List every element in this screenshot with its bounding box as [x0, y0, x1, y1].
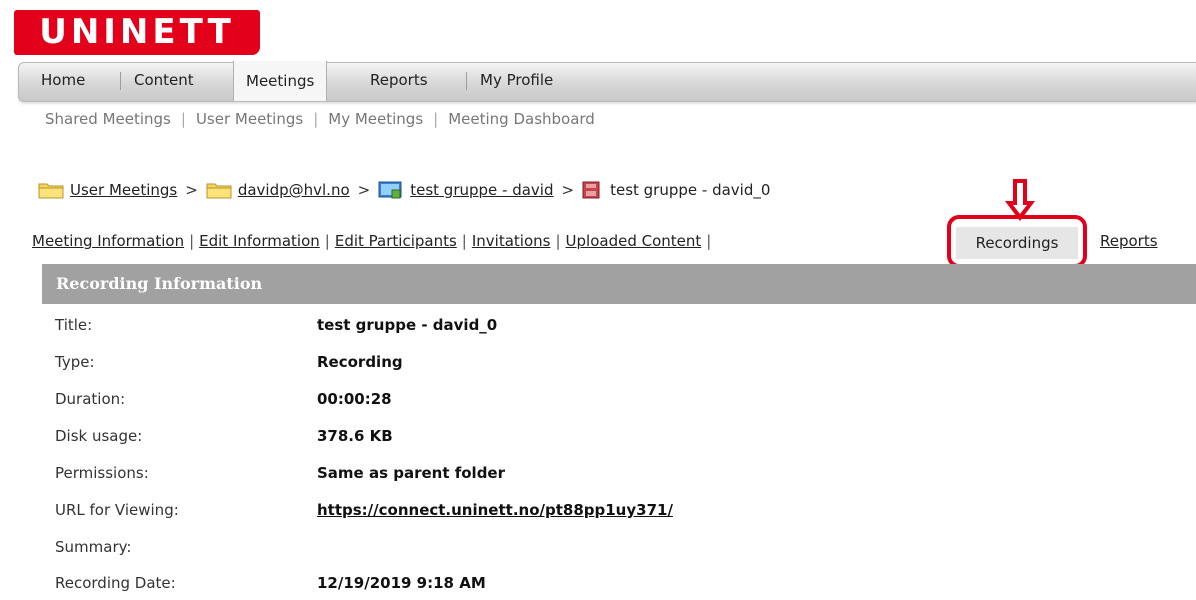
breadcrumb-meeting[interactable]: test gruppe - david — [410, 181, 553, 199]
breadcrumb-user-folder[interactable]: davidp@hvl.no — [238, 181, 350, 199]
tab-my-profile[interactable]: My Profile — [480, 63, 553, 99]
folder-icon — [206, 181, 232, 199]
recording-information-header: Recording Information — [42, 264, 1196, 304]
field-label: Title: — [55, 316, 93, 334]
field-value: test gruppe - david_0 — [317, 316, 498, 334]
field-value: 00:00:28 — [317, 390, 392, 408]
field-value: 378.6 KB — [317, 427, 393, 445]
viewing-url-link[interactable]: https://connect.uninett.no/pt88pp1uy371/ — [317, 501, 673, 519]
link-meeting-information[interactable]: Meeting Information — [32, 232, 184, 250]
link-reports[interactable]: Reports — [1100, 232, 1158, 250]
link-edit-participants[interactable]: Edit Participants — [335, 232, 457, 250]
link-invitations[interactable]: Invitations — [472, 232, 551, 250]
subnav-user-meetings[interactable]: User Meetings — [196, 110, 303, 128]
link-edit-information[interactable]: Edit Information — [199, 232, 320, 250]
breadcrumb-separator: > — [561, 181, 575, 199]
subnav-divider: | — [433, 110, 439, 128]
breadcrumb-separator: > — [185, 181, 198, 199]
field-value: 12/19/2019 9:18 AM — [317, 574, 486, 592]
field-value: Same as parent folder — [317, 464, 506, 482]
subnav-my-meetings[interactable]: My Meetings — [328, 110, 423, 128]
field-label: Type: — [55, 353, 95, 371]
field-label: Summary: — [55, 538, 132, 556]
tab-home[interactable]: Home — [41, 63, 85, 99]
folder-icon — [38, 181, 64, 199]
field-label: URL for Viewing: — [55, 501, 179, 519]
breadcrumb-separator: > — [357, 181, 371, 199]
field-label: Duration: — [55, 390, 126, 408]
sub-nav: Shared Meetings | User Meetings | My Meeting… — [45, 110, 595, 128]
recordings-highlight — [947, 215, 1087, 268]
tab-meetings[interactable]: Meetings — [233, 61, 328, 101]
main-nav: Home Content Meetings Reports My Profile — [18, 61, 1196, 102]
meeting-links: Meeting Information | Edit Information | Edi… — [32, 232, 712, 250]
field-label: Recording Date: — [55, 574, 176, 592]
link-uploaded-content[interactable]: Uploaded Content — [566, 232, 702, 250]
uninett-logo[interactable]: UNINETT — [14, 10, 260, 55]
breadcrumb-current: test gruppe - david_0 — [610, 181, 771, 199]
recording-icon — [582, 181, 600, 199]
tab-content[interactable]: Content — [134, 63, 194, 99]
field-value: Recording — [317, 353, 403, 371]
breadcrumb: User Meetings > davidp@hvl.no > test gru… — [38, 178, 770, 202]
subnav-divider: | — [180, 110, 186, 128]
subnav-shared-meetings[interactable]: Shared Meetings — [45, 110, 171, 128]
meeting-icon — [378, 180, 402, 200]
nav-divider — [466, 72, 467, 90]
subnav-divider: | — [313, 110, 319, 128]
subnav-meeting-dashboard[interactable]: Meeting Dashboard — [448, 110, 595, 128]
tab-reports[interactable]: Reports — [370, 63, 428, 99]
breadcrumb-user-meetings[interactable]: User Meetings — [70, 181, 177, 199]
field-label: Permissions: — [55, 464, 149, 482]
nav-divider — [120, 72, 121, 90]
field-label: Disk usage: — [55, 427, 143, 445]
